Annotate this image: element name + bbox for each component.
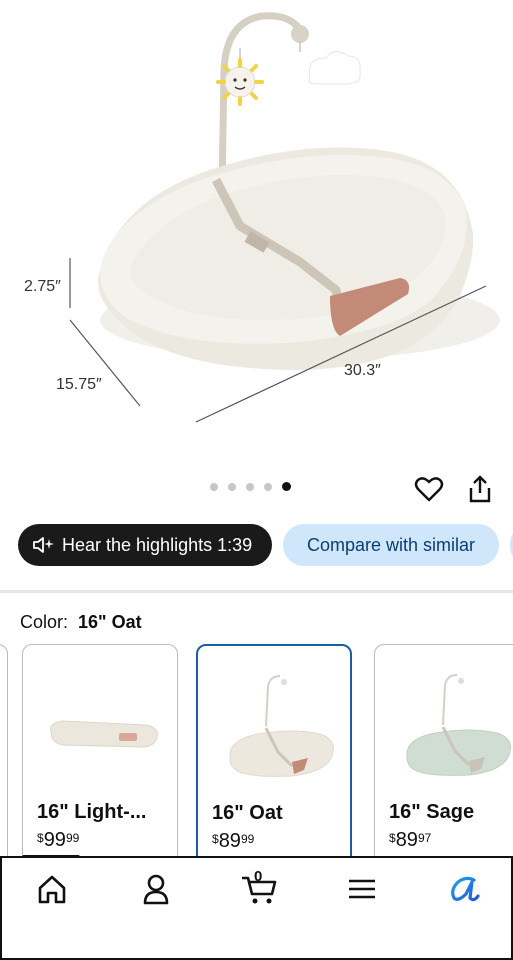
product-thumbnail: [406, 674, 511, 776]
page-dot-active[interactable]: [282, 482, 291, 491]
product-image[interactable]: 2.75″ 15.75″ 30.3″: [0, 0, 513, 470]
color-option-price: $8997: [389, 829, 432, 851]
sun-toy: [216, 58, 264, 106]
product-illustration: [69, 12, 500, 423]
compare-similar-label: Compare with similar: [306, 534, 476, 555]
color-option-name: 16" Sage: [389, 801, 475, 823]
color-option-price: $8999: [212, 830, 255, 852]
account-icon[interactable]: [136, 872, 176, 906]
compare-similar-button[interactable]: Compare with similar: [283, 524, 499, 566]
speaker-sparkle-icon: [33, 537, 54, 553]
color-option-name: 16" Light-...: [37, 801, 147, 823]
page-dot[interactable]: [246, 482, 254, 491]
section-divider: [0, 590, 513, 593]
product-thumbnail: [50, 720, 158, 748]
color-selector-header: Color: 16" Oat: [20, 612, 142, 633]
dimension-length: 30.3″: [344, 362, 381, 379]
color-option-card[interactable]: [0, 644, 8, 856]
page-dot[interactable]: [210, 482, 218, 491]
color-option-card[interactable]: 16" Sage $8997: [374, 644, 513, 856]
hear-highlights-label: Hear the highlights 1:39: [62, 534, 253, 555]
share-icon[interactable]: [466, 474, 494, 504]
color-option-card[interactable]: 16" Light-... $9999: [22, 644, 178, 856]
product-thumbnail: [229, 675, 334, 777]
action-pills: Hear the highlights 1:39 Compare with si…: [18, 524, 513, 568]
menu-icon[interactable]: [342, 872, 382, 906]
bottom-navigation: 0: [0, 856, 513, 960]
cart-button[interactable]: 0: [240, 868, 280, 906]
page-dot[interactable]: [264, 482, 272, 491]
assistant-icon[interactable]: [444, 872, 484, 906]
color-options: 16" Light-... $9999 16" Oat $8999 16" Sa…: [0, 644, 513, 856]
color-option-price: $9999: [37, 829, 80, 851]
color-label: Color:: [20, 612, 69, 632]
dimension-width: 15.75″: [56, 376, 102, 393]
page-dot[interactable]: [228, 482, 236, 491]
hear-highlights-button[interactable]: Hear the highlights 1:39: [18, 524, 272, 566]
color-option-name: 16" Oat: [212, 802, 283, 824]
image-pagination[interactable]: [210, 482, 291, 491]
dimension-height: 2.75″: [24, 278, 61, 295]
heart-icon[interactable]: [414, 474, 444, 504]
selected-color: 16" Oat: [78, 612, 142, 632]
cart-count: 0: [254, 868, 263, 885]
color-option-card-selected[interactable]: 16" Oat $8999: [196, 644, 352, 856]
home-icon[interactable]: [32, 872, 72, 906]
